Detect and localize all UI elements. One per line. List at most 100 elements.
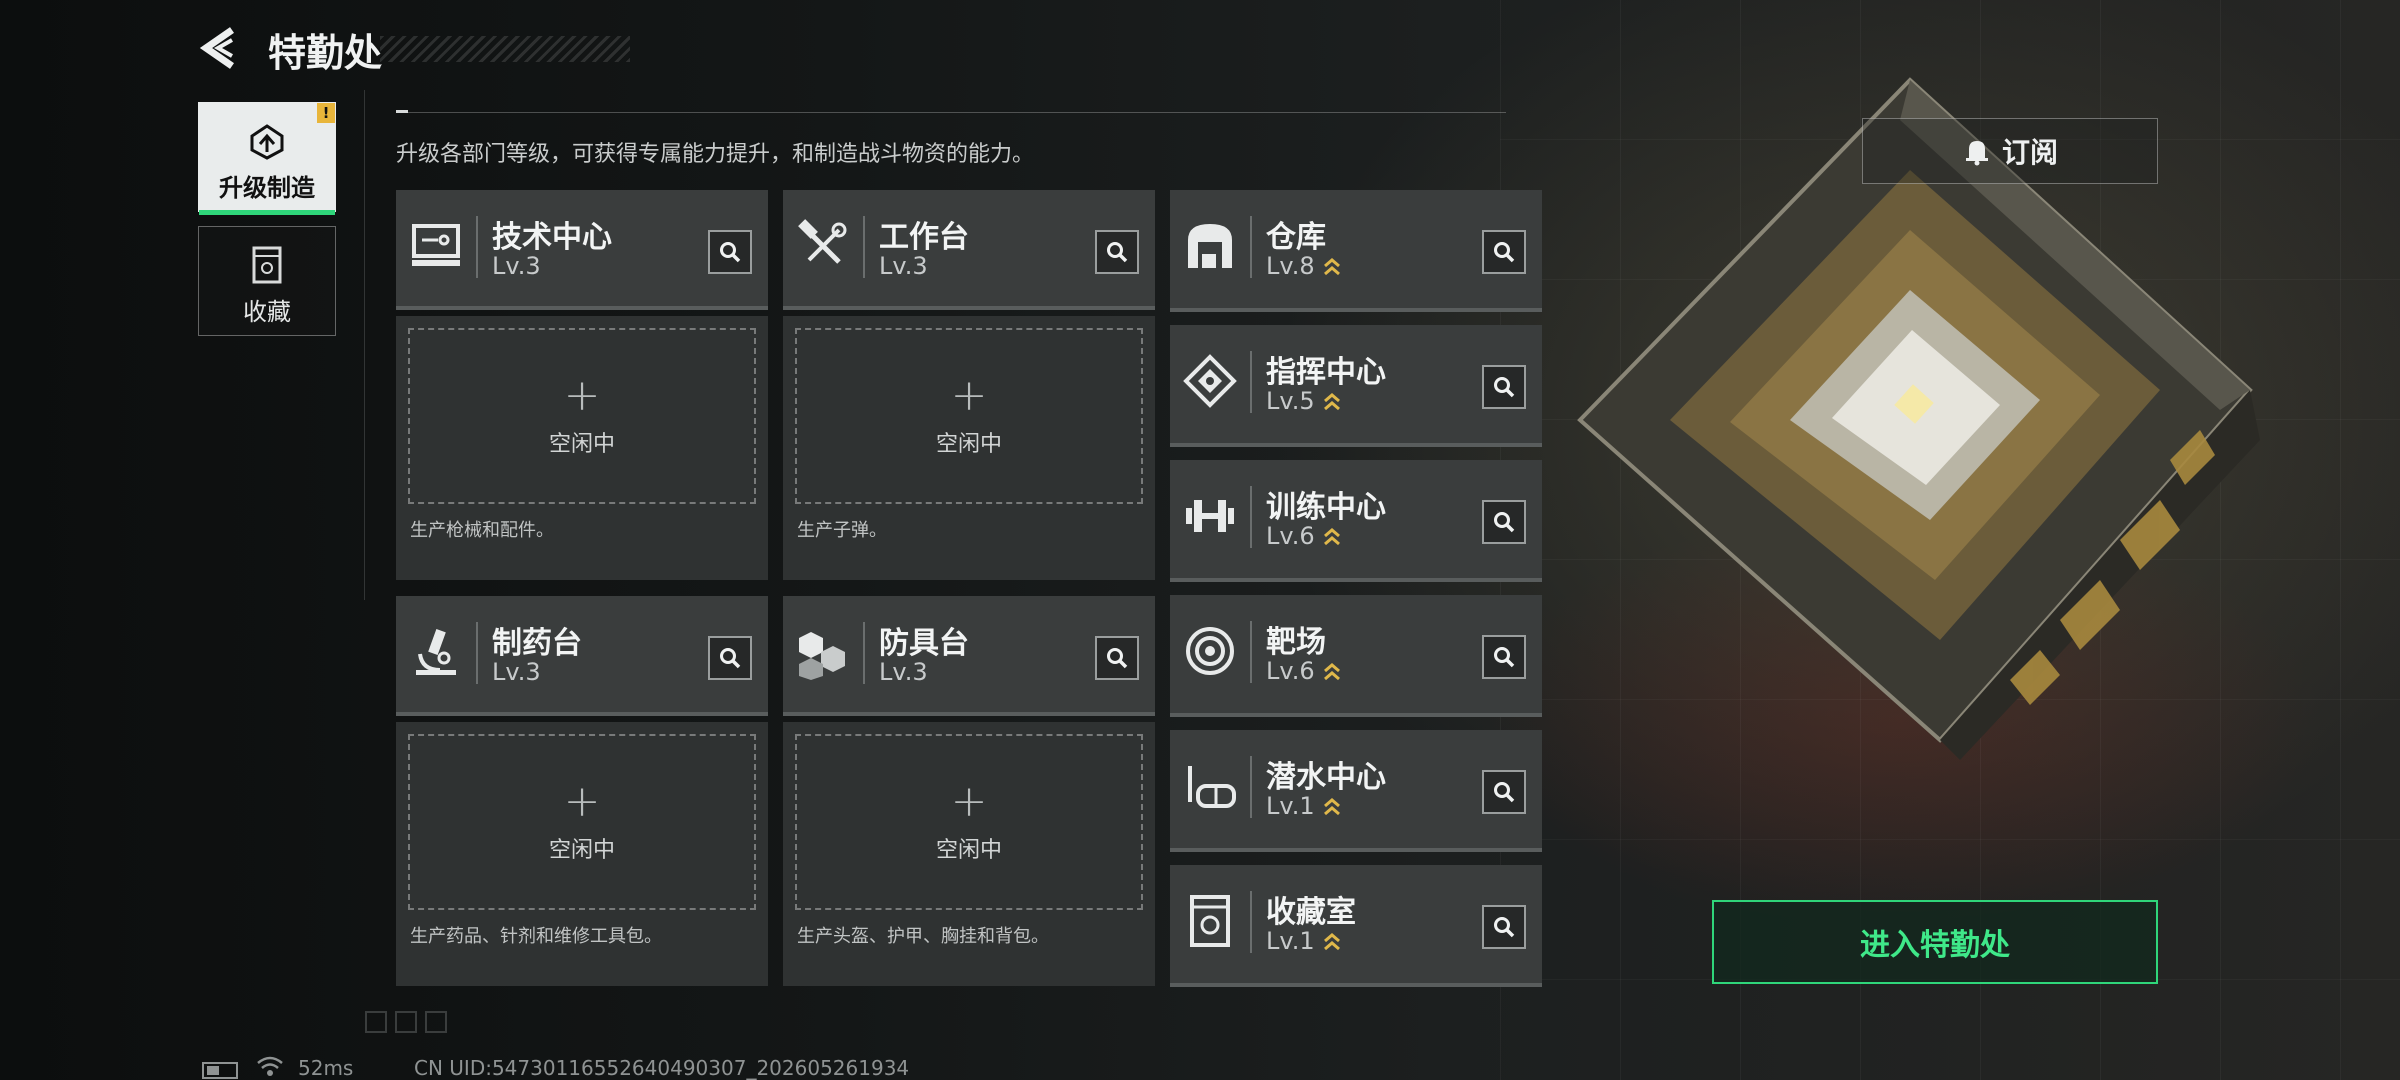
department-card-warehouse[interactable]: 仓库 Lv.8 bbox=[1170, 190, 1542, 312]
department-card-shooting-range[interactable]: 靶场 Lv.6 bbox=[1170, 595, 1542, 717]
card-separator bbox=[1250, 756, 1252, 818]
enter-special-ops-button[interactable]: 进入特勤处 bbox=[1712, 900, 2158, 984]
magnifier-icon bbox=[1494, 782, 1515, 803]
department-name: 工作台 bbox=[879, 220, 969, 255]
department-level: Lv.1 bbox=[1266, 792, 1315, 820]
upgrade-available-icon bbox=[1324, 528, 1340, 546]
department-level: Lv.6 bbox=[1266, 522, 1315, 550]
department-card-training-center[interactable]: 训练中心 Lv.6 bbox=[1170, 460, 1542, 582]
tab-upgrade-manufacture[interactable]: ! 升级制造 bbox=[198, 102, 336, 215]
ping-readout: 52ms bbox=[298, 1056, 354, 1080]
production-panel-pharmacy: + 空闲中 生产药品、针剂和维修工具包。 bbox=[396, 722, 768, 986]
production-slot-empty[interactable]: + 空闲中 bbox=[795, 328, 1143, 504]
card-separator bbox=[863, 216, 865, 278]
department-card-tech-center[interactable]: 技术中心 Lv.3 bbox=[396, 190, 768, 310]
magnifier-icon bbox=[1494, 377, 1515, 398]
department-name: 靶场 bbox=[1266, 625, 1326, 660]
production-panel-armor-bench: + 空闲中 生产头盔、护甲、胸挂和背包。 bbox=[783, 722, 1155, 986]
tab-favorites-label: 收藏 bbox=[243, 298, 291, 326]
upgrade-available-icon bbox=[1324, 258, 1340, 276]
department-name: 训练中心 bbox=[1266, 490, 1386, 525]
add-icon: + bbox=[950, 776, 988, 827]
department-name: 收藏室 bbox=[1266, 895, 1356, 930]
department-level: Lv.1 bbox=[1266, 927, 1315, 955]
card-separator bbox=[476, 216, 478, 278]
upgrade-available-icon bbox=[1324, 933, 1340, 951]
department-name: 潜水中心 bbox=[1266, 760, 1386, 795]
inspect-button[interactable] bbox=[1482, 365, 1526, 409]
department-name: 技术中心 bbox=[492, 220, 612, 255]
page-title: 特勤处 bbox=[268, 31, 383, 75]
title-decoration bbox=[380, 36, 630, 62]
department-level: Lv.3 bbox=[879, 658, 928, 686]
command-diamond-icon bbox=[1183, 354, 1237, 408]
department-card-armor-bench[interactable]: 防具台 Lv.3 bbox=[783, 596, 1155, 716]
inspect-button[interactable] bbox=[1482, 905, 1526, 949]
cubes-icon bbox=[799, 632, 845, 680]
bell-icon bbox=[1965, 141, 1988, 166]
uid-readout: CN UID:5473011655264049030​7_20260526193… bbox=[414, 1056, 910, 1080]
inspect-button[interactable] bbox=[708, 636, 752, 680]
department-level: Lv.3 bbox=[492, 658, 541, 686]
back-arrow-icon[interactable] bbox=[196, 24, 244, 72]
card-separator bbox=[1250, 486, 1252, 548]
hammer-wrench-icon bbox=[798, 219, 847, 264]
add-icon: + bbox=[563, 370, 601, 421]
add-icon: + bbox=[950, 370, 988, 421]
upgrade-available-icon bbox=[1324, 663, 1340, 681]
inspect-button[interactable] bbox=[1482, 635, 1526, 679]
page-description: 升级各部门等级，可获得专属能力提升，和制造战斗物资的能力。 bbox=[396, 142, 1035, 167]
magnifier-icon bbox=[1494, 242, 1515, 263]
production-description: 生产药品、针剂和维修工具包。 bbox=[410, 926, 662, 947]
department-level: Lv.3 bbox=[879, 252, 928, 280]
department-level: Lv.3 bbox=[492, 252, 541, 280]
active-tab-indicator bbox=[199, 210, 335, 215]
magnifier-icon bbox=[720, 242, 741, 263]
department-level: Lv.6 bbox=[1266, 657, 1315, 685]
microscope-icon bbox=[416, 629, 456, 675]
production-slot-empty[interactable]: + 空闲中 bbox=[408, 734, 756, 910]
magnifier-icon bbox=[1107, 242, 1128, 263]
trophy-case-icon bbox=[1190, 895, 1230, 947]
divider-vertical bbox=[364, 90, 365, 600]
department-card-collection-room[interactable]: 收藏室 Lv.1 bbox=[1170, 865, 1542, 987]
magnifier-icon bbox=[1494, 512, 1515, 533]
card-separator bbox=[476, 622, 478, 684]
department-name: 仓库 bbox=[1266, 220, 1326, 255]
add-icon: + bbox=[563, 776, 601, 827]
inspect-button[interactable] bbox=[1482, 500, 1526, 544]
slot-status: 空闲中 bbox=[548, 838, 615, 863]
department-card-workbench[interactable]: 工作台 Lv.3 bbox=[783, 190, 1155, 310]
slot-status: 空闲中 bbox=[935, 838, 1002, 863]
department-level: Lv.5 bbox=[1266, 387, 1315, 415]
department-card-pharmacy[interactable]: 制药台 Lv.3 bbox=[396, 596, 768, 716]
inspect-button[interactable] bbox=[1095, 636, 1139, 680]
monitor-icon bbox=[412, 224, 460, 266]
header-divider-tick bbox=[396, 110, 408, 113]
enter-special-ops-label: 进入特勤处 bbox=[1860, 928, 2010, 963]
inspect-button[interactable] bbox=[1095, 230, 1139, 274]
magnifier-icon bbox=[1107, 648, 1128, 669]
production-slot-empty[interactable]: + 空闲中 bbox=[408, 328, 756, 504]
subscribe-label: 订阅 bbox=[2001, 136, 2058, 169]
department-card-diving-center[interactable]: 潜水中心 Lv.1 bbox=[1170, 730, 1542, 852]
card-separator bbox=[1250, 351, 1252, 413]
department-card-command-center[interactable]: 指挥中心 Lv.5 bbox=[1170, 325, 1542, 447]
inspect-button[interactable] bbox=[1482, 230, 1526, 274]
inspect-button[interactable] bbox=[708, 230, 752, 274]
alert-badge: ! bbox=[317, 103, 335, 123]
tab-favorites[interactable]: 收藏 bbox=[198, 226, 336, 336]
header-divider bbox=[396, 112, 1506, 113]
production-description: 生产枪械和配件。 bbox=[410, 520, 554, 541]
production-slot-empty[interactable]: + 空闲中 bbox=[795, 734, 1143, 910]
department-name: 指挥中心 bbox=[1266, 355, 1386, 390]
slot-status: 空闲中 bbox=[935, 432, 1002, 457]
corner-decoration bbox=[365, 1011, 447, 1033]
production-panel-tech-center: + 空闲中 生产枪械和配件。 bbox=[396, 316, 768, 580]
inspect-button[interactable] bbox=[1482, 770, 1526, 814]
department-name: 防具台 bbox=[879, 626, 969, 661]
slot-status: 空闲中 bbox=[548, 432, 615, 457]
subscribe-button[interactable]: 订阅 bbox=[1862, 118, 2158, 184]
tab-upgrade-manufacture-label: 升级制造 bbox=[219, 174, 315, 202]
department-name: 制药台 bbox=[492, 626, 582, 661]
